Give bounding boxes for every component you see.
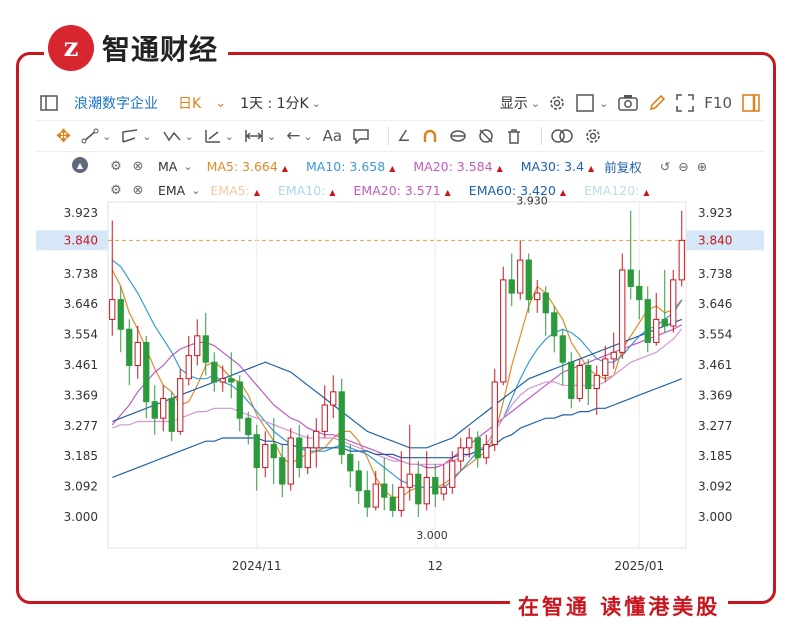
brand-header: z 智通财经 xyxy=(44,20,229,76)
sidebar-toggle-icon[interactable] xyxy=(40,95,58,111)
range-tool-icon[interactable]: ⌄ xyxy=(244,128,276,144)
indicator-text: EMA120: xyxy=(584,182,640,198)
hide-icon[interactable] xyxy=(477,128,495,144)
settings-icon[interactable]: ⚙ xyxy=(108,183,124,198)
crosshair-icon[interactable]: ✥ xyxy=(56,126,71,147)
up-triangle-icon: ▲ xyxy=(281,163,288,173)
ma-indicator-row: ⚙ ⊗ MA ⌄ MA5: 3.664 ▲ MA10: 3.658 ▲ MA20: 3.… xyxy=(108,157,707,175)
zoom-out-icon[interactable]: ⊖ xyxy=(678,159,688,174)
indicator-value: MA10: 3.658 ▲ xyxy=(306,159,395,174)
up-triangle-icon: ▲ xyxy=(496,163,503,173)
chevron-down-icon: ⌄ xyxy=(599,96,609,110)
indicator-text: MA5: 3.664 xyxy=(206,158,278,174)
comment-tool-icon[interactable] xyxy=(352,128,370,144)
ema-indicator-row: ⚙ ⊗ EMA ⌄ EMA5: ▲ EMA10: ▲ EMA20: 3.571 ▲ EMA6… xyxy=(108,181,668,199)
up-triangle-icon: ▲ xyxy=(444,187,451,197)
indicator-value: MA5: 3.664 ▲ xyxy=(207,159,288,174)
indicator-value: MA30: 3.4 ▲ xyxy=(521,159,594,174)
layers-icon[interactable] xyxy=(550,128,574,144)
line-tool-icon[interactable]: ⌄ xyxy=(81,128,111,144)
camera-icon[interactable] xyxy=(618,94,639,112)
collapse-indicators-icon[interactable]: ▲ xyxy=(72,157,88,173)
channel-tool-icon[interactable]: ⌄ xyxy=(121,128,152,144)
pencil-icon[interactable] xyxy=(648,94,666,112)
display-label: 显示 xyxy=(499,96,528,112)
toolbar-divider xyxy=(540,127,542,145)
eraser-icon[interactable]: ∠ xyxy=(397,127,410,145)
arrow-tool-icon[interactable]: ← ⌄ xyxy=(286,126,312,146)
interval-selector[interactable]: 1天 : 1分K ⌄ xyxy=(240,93,321,113)
stock-name-link[interactable]: 浪潮数字企业 xyxy=(74,93,158,113)
link-icon[interactable] xyxy=(449,128,467,144)
close-icon[interactable]: ⊗ xyxy=(130,159,146,174)
indicator-value: MA20: 3.584 ▲ xyxy=(413,159,502,174)
chevron-down-icon[interactable]: ⌄ xyxy=(191,184,200,197)
toolbar-divider xyxy=(388,127,390,145)
up-triangle-icon: ▲ xyxy=(588,163,595,173)
indicator-text: EMA60: 3.420 xyxy=(468,182,556,198)
settings-icon[interactable]: ⚙ xyxy=(108,159,124,174)
up-triangle-icon: ▲ xyxy=(329,187,336,197)
text-tool-icon[interactable]: Aa xyxy=(323,127,342,145)
indicator-text: MA30: 3.4 xyxy=(520,158,585,174)
chevron-down-icon: ⌄ xyxy=(215,95,227,111)
ma-values: MA5: 3.664 ▲ MA10: 3.658 ▲ MA20: 3.584 ▲ MA30:… xyxy=(207,159,613,174)
indicator-text: EMA20: 3.571 xyxy=(353,182,441,198)
indicator-text: MA20: 3.584 xyxy=(413,158,493,174)
fullscreen-icon[interactable] xyxy=(676,94,695,112)
footer-slogan: 在智通 读懂港美股 xyxy=(510,588,729,624)
measure-tool-icon[interactable]: ⌄ xyxy=(204,128,234,144)
main-toolbar: 浪潮数字企业 日K ⌄ 1天 : 1分K ⌄ 显示 ⌄ ⌄ F10 xyxy=(36,88,764,118)
ema-values: EMA5: ▲ EMA10: ▲ EMA20: 3.571 ▲ EMA60: 3.420 ▲ E… xyxy=(210,183,667,198)
indicator-value: EMA20: 3.571 ▲ xyxy=(354,183,451,198)
indicator-text: EMA10: xyxy=(278,182,326,198)
chevron-down-icon: ⌄ xyxy=(530,96,541,110)
delete-icon[interactable] xyxy=(505,128,523,144)
ema-label[interactable]: EMA xyxy=(158,183,185,198)
indicator-value: EMA5: ▲ xyxy=(210,183,260,198)
magnet-icon[interactable] xyxy=(421,128,439,144)
drawing-toolbar: ✥ ⌄ ⌄ ⌄ ⌄ ⌄ ← ⌄ Aa ∠ xyxy=(36,120,764,152)
chevron-down-icon: ⌄ xyxy=(311,96,321,110)
wave-tool-icon[interactable]: ⌄ xyxy=(162,128,194,144)
indicator-text: EMA5: xyxy=(210,182,250,198)
layout-square-icon[interactable]: ⌄ xyxy=(576,94,608,112)
f10-button[interactable]: F10 xyxy=(704,94,732,112)
up-triangle-icon: ▲ xyxy=(643,187,650,197)
indicator-value: EMA60: 3.420 ▲ xyxy=(469,183,566,198)
brand-logo: z xyxy=(48,25,94,71)
up-triangle-icon: ▲ xyxy=(559,187,567,197)
chevron-down-icon[interactable]: ⌄ xyxy=(183,160,192,173)
period-label: 日K xyxy=(178,96,202,112)
zoom-in-icon[interactable]: ⊕ xyxy=(697,159,707,174)
indicator-text: MA10: 3.658 xyxy=(305,158,386,174)
up-triangle-icon: ▲ xyxy=(389,163,396,173)
reset-icon[interactable]: ↺ xyxy=(660,159,670,174)
adjust-mode[interactable]: 前复权 xyxy=(604,157,642,176)
brand-name: 智通财经 xyxy=(102,33,219,66)
close-icon[interactable]: ⊗ xyxy=(130,183,146,198)
period-selector[interactable]: 日K ⌄ xyxy=(178,93,226,113)
panel-toggle-icon[interactable] xyxy=(742,94,760,112)
interval-label: 1天 : 1分K xyxy=(240,96,309,112)
ma-label[interactable]: MA xyxy=(158,159,177,174)
indicator-value: EMA10: ▲ xyxy=(278,183,336,198)
settings-icon[interactable] xyxy=(548,94,566,112)
up-triangle-icon: ▲ xyxy=(253,187,261,197)
indicator-value: EMA120: ▲ xyxy=(584,183,649,198)
display-menu[interactable]: 显示 ⌄ xyxy=(500,93,540,113)
settings-icon[interactable] xyxy=(584,127,602,145)
